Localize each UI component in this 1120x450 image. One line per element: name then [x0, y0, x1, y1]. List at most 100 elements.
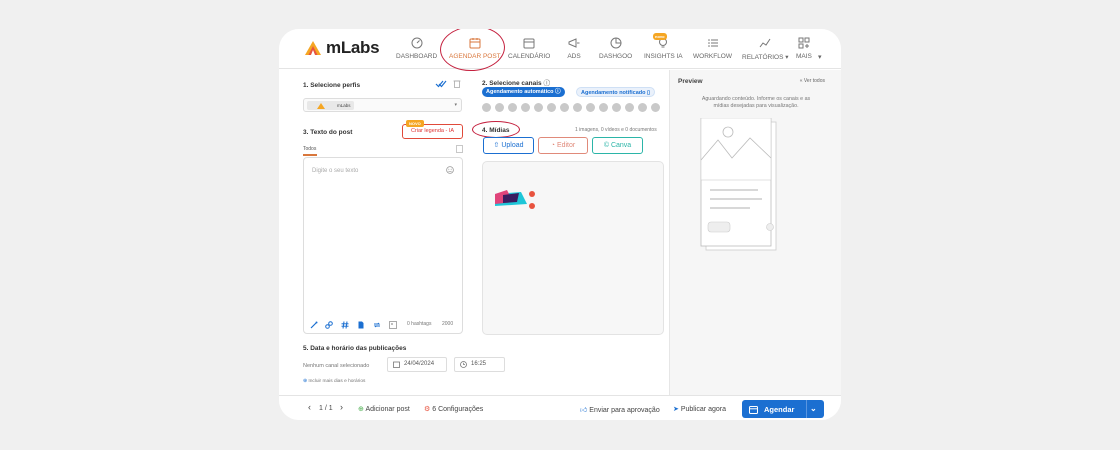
channels-title-text: 2. Selecione canais [482, 80, 542, 87]
channel-messenger-icon[interactable] [547, 103, 556, 112]
channel-twitter-icon[interactable] [560, 103, 569, 112]
auto-schedule-toggle[interactable]: Agendamento automático ⓘ [482, 87, 565, 97]
line-chart-icon [759, 38, 771, 48]
channel-linkedin-icon[interactable] [573, 103, 582, 112]
settings-button[interactable]: ⚙ 6 Configurações [424, 405, 483, 413]
nav-calendario[interactable]: CALENDÁRIO [508, 36, 550, 60]
dropdown-arrow-icon[interactable]: ▾ [454, 102, 457, 108]
editor-placeholder: Digite o seu texto [312, 168, 359, 174]
channel-google-icon[interactable] [599, 103, 608, 112]
edit-media-icon[interactable] [529, 203, 535, 209]
notify-schedule-toggle[interactable]: Agendamento notificado ▯ [576, 87, 656, 97]
upload-button[interactable]: ⇧ Upload [483, 137, 534, 154]
canva-button[interactable]: © Canva [592, 137, 643, 154]
channel-link-icon[interactable] [651, 103, 660, 112]
speedometer-icon [411, 37, 423, 49]
app-window: mLabs DASHBOARD AGENDAR POST CALENDÁRIO … [279, 29, 841, 420]
canva-label: Canva [610, 142, 632, 149]
nav-ads[interactable]: ADS [567, 36, 581, 60]
schedule-button[interactable]: Agendar ⌄ [742, 400, 824, 418]
nav-calendario-label: CALENDÁRIO [508, 53, 551, 60]
media-dropzone[interactable] [482, 161, 664, 335]
hashtag-icon[interactable] [341, 321, 349, 329]
channel-threads-icon[interactable] [495, 103, 504, 112]
ai-caption-label: Criar legenda - IA [410, 128, 455, 134]
nav-mais-label: MAIS [796, 53, 812, 60]
logo[interactable]: mLabs [304, 38, 380, 58]
no-channel-label: Nenhum canal selecionado [303, 363, 370, 369]
preview-message: Aguardando conteúdo. Informe os canais e… [701, 96, 811, 109]
grid-plus-icon [798, 37, 810, 49]
next-page-icon[interactable]: › [340, 402, 343, 412]
gear-icon: ⚙ [424, 406, 431, 413]
highlight-circle-midias [472, 121, 520, 138]
preview-panel: Preview « Ver todos Aguardando conteúdo.… [669, 70, 841, 395]
checklist-icon [707, 39, 718, 47]
magic-wand-icon[interactable] [310, 321, 318, 329]
date-input[interactable]: 24/04/2024 [387, 357, 447, 372]
chevron-down-icon[interactable]: ⌄ [810, 404, 817, 413]
file-icon[interactable] [357, 321, 365, 329]
send-approval-button[interactable]: 👍︎ Enviar para aprovação [580, 405, 660, 414]
emoji-icon[interactable] [446, 166, 454, 174]
nav-dashboard-label: DASHBOARD [396, 53, 438, 60]
notify-schedule-label: Agendamento notificado [581, 90, 646, 96]
double-check-icon[interactable] [435, 80, 447, 88]
profile-chip[interactable]: mLabs [307, 101, 354, 110]
nav-dashboard[interactable]: DASHBOARD [396, 36, 437, 60]
post-text-title: 3. Texto do post [303, 129, 353, 136]
trash-icon[interactable] [453, 79, 461, 88]
preview-placeholder-illustration [700, 118, 777, 251]
thumbs-up-icon: 👍︎ [580, 407, 588, 414]
channel-whatsapp-icon[interactable] [638, 103, 647, 112]
profile-select[interactable]: mLabs ▾ [303, 98, 462, 112]
channel-pinterest-icon[interactable] [612, 103, 621, 112]
mlabs-logo-icon [317, 102, 325, 109]
tab-all[interactable]: Todos [303, 146, 316, 152]
nav-dashgoo[interactable]: DASHGOO [599, 36, 632, 60]
upload-label: Upload [501, 142, 524, 149]
clock-icon [460, 361, 467, 368]
char-count: 2000 [442, 321, 454, 327]
media-thumbnail[interactable] [493, 182, 537, 214]
document-icon[interactable] [456, 145, 463, 153]
megaphone-icon [568, 38, 580, 48]
remove-media-icon[interactable] [529, 191, 535, 197]
image-icon[interactable] [389, 321, 397, 329]
nav-workflow[interactable]: WORKFLOW [693, 36, 732, 60]
channel-tiktok-icon[interactable] [625, 103, 634, 112]
tab-active-indicator [303, 154, 317, 156]
channel-instagram-icon[interactable] [482, 103, 491, 112]
channels-title: 2. Selecione canais ⓘ [482, 77, 550, 87]
date-value: 24/04/2024 [404, 361, 435, 367]
channel-facebook-icon[interactable] [521, 103, 530, 112]
post-text-editor[interactable]: Digite o seu texto 0 hashtags 2000 [303, 157, 463, 334]
mlabs-logo-icon [305, 41, 321, 55]
time-input[interactable]: 16:25 [454, 357, 505, 372]
channel-stories-icon[interactable] [508, 103, 517, 112]
info-icon[interactable]: ⓘ [543, 80, 550, 87]
settings-label: Configurações [438, 406, 484, 413]
paper-plane-icon: ➤ [673, 406, 679, 413]
nav-mais[interactable]: MAIS [796, 36, 812, 60]
add-dates-link[interactable]: ⊕ Incluir mais dias e horários [303, 379, 365, 384]
calendar-icon [523, 38, 535, 49]
link-icon[interactable] [325, 321, 333, 329]
publish-now-label: Publicar agora [680, 406, 726, 413]
view-all-link[interactable]: « Ver todos [800, 78, 825, 84]
send-approval-label: Enviar para aprovação [589, 407, 660, 414]
channel-facebook-page-icon[interactable] [534, 103, 543, 112]
channel-youtube-icon[interactable] [586, 103, 595, 112]
nav-insights-ia[interactable]: novo INSIGHTS IA [644, 33, 683, 60]
new-badge: novo [653, 33, 667, 40]
nav-relatorios[interactable]: RELATÓRIOS ▾ [742, 36, 788, 61]
highlight-circle-agendar [438, 29, 507, 74]
chevron-down-icon[interactable]: ▾ [818, 53, 822, 61]
nav-workflow-label: WORKFLOW [693, 53, 732, 60]
prev-page-icon[interactable]: ‹ [308, 402, 311, 412]
editor-button[interactable]: ◔ Editor [538, 137, 588, 154]
profile-chip-label: mLabs [337, 103, 351, 108]
repeat-icon[interactable] [373, 321, 381, 329]
add-post-button[interactable]: ⊕ Adicionar post [358, 405, 410, 413]
publish-now-button[interactable]: ➤ Publicar agora [673, 405, 726, 413]
